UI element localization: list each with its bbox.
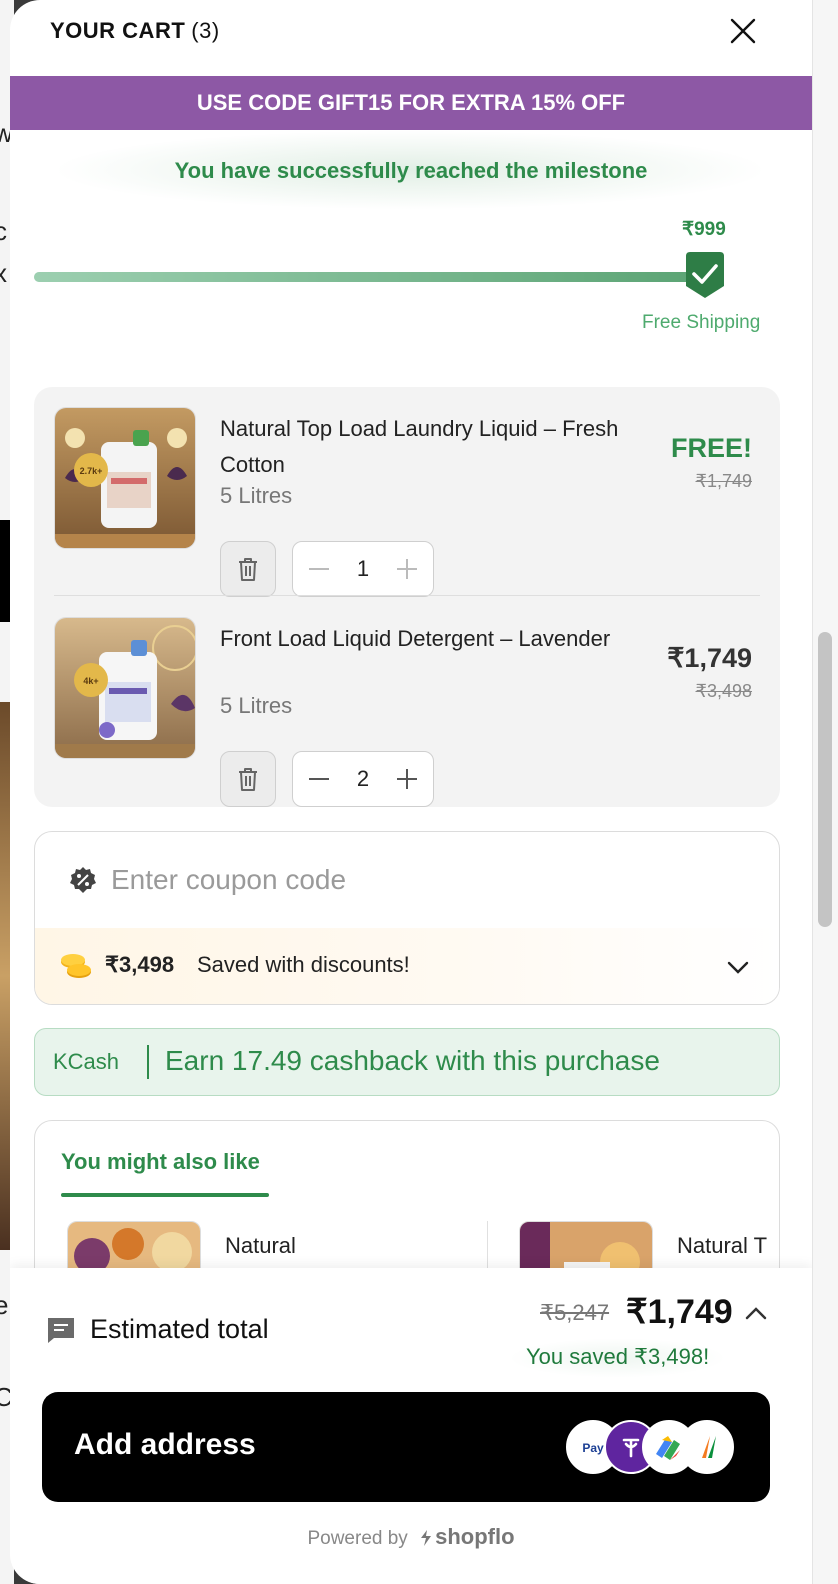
cart-item: 2.7k+ Natural Top Load Laundry Liquid – …: [54, 407, 760, 597]
plus-icon: [397, 769, 417, 789]
coupon-input[interactable]: [111, 860, 731, 900]
savings-amount: ₹3,498: [105, 952, 175, 977]
svg-text:Pay: Pay: [582, 1441, 604, 1455]
coins-icon: [59, 952, 93, 982]
add-address-button[interactable]: Add address Pay: [42, 1392, 770, 1502]
milestone-progress-fill: [34, 272, 714, 282]
item-original-price: ₹3,498: [695, 681, 753, 701]
item-price: ₹1,749: [667, 643, 752, 673]
product-image[interactable]: 4k+: [54, 617, 196, 759]
saved-text: You saved ₹3,498!: [508, 1338, 728, 1378]
powered-by: Powered by shopflo: [10, 1524, 812, 1550]
plus-icon: [397, 559, 417, 579]
product-variant: 5 Litres: [220, 693, 293, 718]
cart-title: YOUR CART (3): [50, 18, 220, 44]
minus-icon: [309, 568, 329, 570]
background-text-fragment: e: [0, 1290, 9, 1320]
increment-button[interactable]: [393, 765, 421, 793]
chevron-up-icon[interactable]: [744, 1302, 768, 1326]
increment-button[interactable]: [393, 555, 421, 583]
coupon-row[interactable]: [35, 832, 779, 928]
kcash-separator: [147, 1045, 149, 1079]
decrement-button[interactable]: [305, 555, 333, 583]
quantity-value: 1: [356, 556, 370, 581]
product-variant: 5 Litres: [220, 483, 293, 508]
discount-badge-icon: [69, 866, 97, 894]
badge-text: 2.7k+: [80, 466, 103, 476]
background-text-fragment: x: [0, 258, 7, 288]
savings-text: Saved with discounts!: [197, 952, 410, 977]
item-price: FREE!: [671, 433, 752, 463]
checkout-footer: Estimated total ₹5,247 ₹1,749 You saved …: [10, 1268, 812, 1584]
scrollbar-thumb[interactable]: [818, 632, 832, 927]
close-button[interactable]: [726, 14, 760, 48]
milestone-progress-track: [34, 272, 714, 282]
quantity-stepper: 1: [292, 541, 434, 597]
tab-underline: [61, 1193, 269, 1197]
item-divider: [54, 595, 760, 596]
milestone-reward-label: Free Shipping: [642, 312, 761, 333]
trash-icon: [239, 768, 257, 791]
minus-icon: [309, 778, 329, 780]
add-address-label: Add address: [74, 1428, 256, 1461]
close-icon: [730, 18, 756, 44]
kcash-logo: KCash: [53, 1049, 120, 1074]
delete-button[interactable]: [220, 751, 276, 807]
receipt-icon: [46, 1316, 76, 1344]
product-image[interactable]: 2.7k+: [54, 407, 196, 549]
tab-you-might-also-like[interactable]: You might also like: [61, 1149, 260, 1175]
shopflo-logo-icon: [421, 1530, 432, 1546]
savings-row[interactable]: ₹3,498 Saved with discounts!: [35, 928, 779, 1004]
cart-item: 4k+ Front Load Liquid Detergent – Lavend…: [54, 617, 760, 807]
kcash-text: Earn 17.49 cashback with this purchase: [165, 1045, 660, 1076]
trash-icon: [239, 558, 257, 581]
final-total: ₹1,749: [626, 1293, 733, 1331]
chevron-down-icon[interactable]: [725, 954, 751, 980]
recommendation-name[interactable]: Natural T: [677, 1233, 767, 1259]
quantity-value: 2: [356, 766, 370, 791]
product-name[interactable]: Natural Top Load Laundry Liquid – Fresh …: [220, 411, 620, 483]
delete-button[interactable]: [220, 541, 276, 597]
kcash-banner: KCash Earn 17.49 cashback with this purc…: [34, 1028, 780, 1096]
original-total: ₹5,247: [540, 1300, 610, 1325]
shopflo-brand: shopflo: [435, 1524, 515, 1549]
milestone-message: You have successfully reached the milest…: [174, 158, 648, 183]
bhim-icon: [680, 1420, 734, 1474]
powered-by-text: Powered by: [307, 1528, 408, 1549]
cart-items-card: 2.7k+ Natural Top Load Laundry Liquid – …: [34, 387, 780, 807]
cart-header: YOUR CART (3): [10, 0, 812, 76]
cart-drawer: YOUR CART (3) USE CODE GIFT15 FOR EXTRA 1…: [10, 0, 812, 1584]
product-name[interactable]: Front Load Liquid Detergent – Lavender: [220, 621, 620, 657]
badge-text: 4k+: [83, 676, 98, 686]
coupon-card: ₹3,498 Saved with discounts!: [34, 831, 780, 1005]
promo-banner: USE CODE GIFT15 FOR EXTRA 15% OFF: [10, 76, 812, 130]
quantity-stepper: 2: [292, 751, 434, 807]
estimated-total-label: Estimated total: [90, 1314, 269, 1344]
cart-count: (3): [191, 18, 220, 43]
milestone-amount: ₹999: [682, 219, 726, 240]
cart-title-text: YOUR CART: [50, 18, 186, 43]
decrement-button[interactable]: [305, 765, 333, 793]
background-text-fragment: c: [0, 216, 7, 246]
milestone-check-icon: [684, 250, 726, 300]
recommendation-name[interactable]: Natural: [225, 1233, 296, 1259]
item-original-price: ₹1,749: [695, 471, 753, 491]
